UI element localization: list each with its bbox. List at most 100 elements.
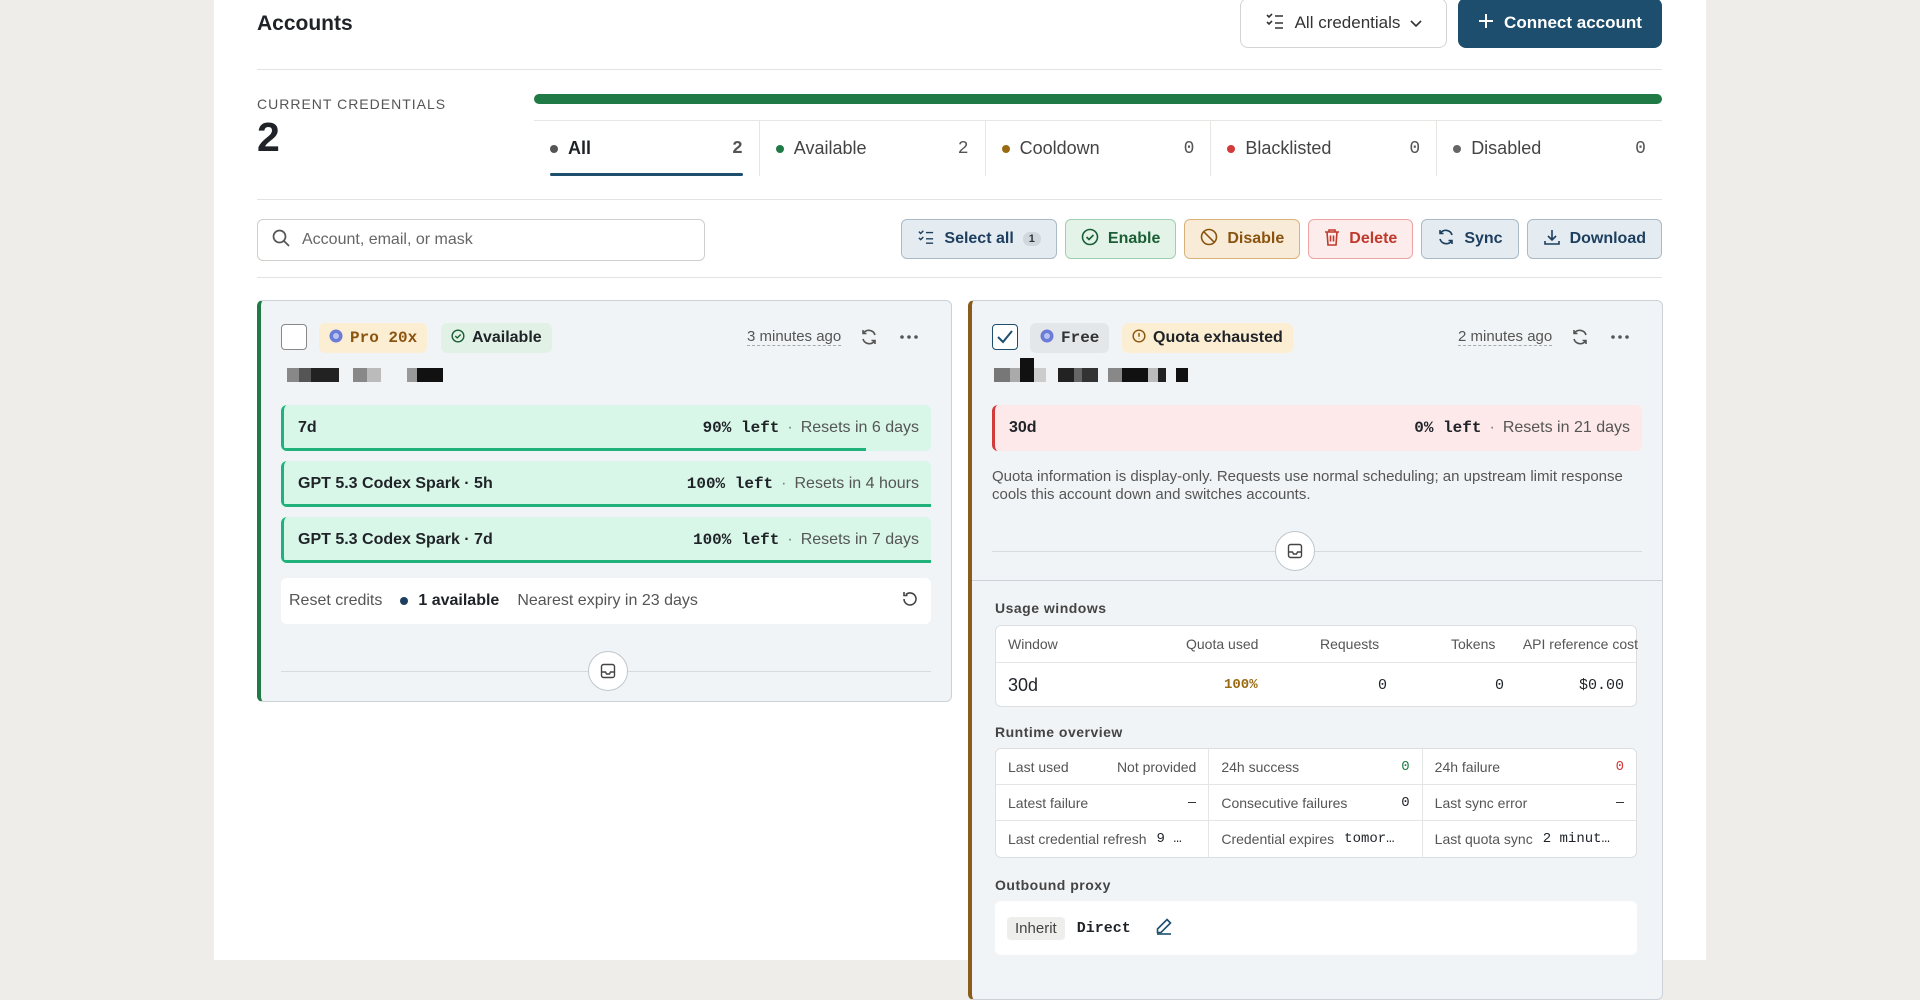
disable-label: Disable	[1227, 230, 1285, 247]
more-icon[interactable]	[897, 325, 921, 349]
tab-count: 2	[731, 138, 743, 159]
usage-requests: 0	[1378, 676, 1388, 694]
quota-name: GPT 5.3 Codex Spark · 5h	[298, 475, 493, 492]
column-header: API reference cost	[1522, 636, 1638, 652]
sync-button[interactable]: Sync	[1421, 219, 1519, 259]
status-tabs: All 2 Available 2 Cooldown 0 Blacklisted 0 D…	[534, 120, 1662, 176]
status-label: Quota exhausted	[1153, 329, 1283, 346]
masked-account-id	[287, 364, 443, 382]
quota-row: GPT 5.3 Codex Spark · 5h 100% left · Reset…	[281, 461, 931, 507]
expand-details-icon[interactable]	[588, 651, 628, 691]
check-circle-icon	[451, 328, 465, 348]
collapse-details-icon[interactable]	[1275, 531, 1315, 571]
usage-cost: $0.00	[1579, 676, 1625, 694]
runtime-overview-title: Runtime overview	[995, 724, 1123, 740]
tab-all[interactable]: All 2	[534, 121, 760, 176]
proxy-inherit-badge: Inherit	[1007, 916, 1065, 940]
status-badge: Available	[441, 323, 552, 353]
quota-name: GPT 5.3 Codex Spark · 7d	[298, 531, 493, 548]
page-title: Accounts	[257, 12, 353, 35]
alert-circle-icon	[1132, 328, 1146, 348]
page-panel: Accounts All credentials Connect account…	[214, 0, 1706, 1000]
plan-badge: Free	[1030, 323, 1110, 353]
runtime-cell: Last credential refresh 9 …	[996, 821, 1210, 857]
account-checkbox[interactable]	[281, 324, 307, 350]
status-dot	[775, 144, 784, 153]
quota-reset: Resets in 6 days	[800, 419, 919, 436]
edit-icon[interactable]	[1155, 917, 1173, 940]
runtime-cell: Last used Not provided	[996, 749, 1210, 785]
ban-icon	[1200, 228, 1218, 251]
connect-account-button[interactable]: Connect account	[1458, 0, 1662, 48]
plan-badge: Pro 20x	[319, 323, 428, 353]
refresh-icon[interactable]	[1568, 325, 1592, 349]
usage-table: Window Quota used Requests Tokens API re…	[995, 625, 1638, 707]
quota-progress	[284, 560, 931, 563]
search-icon	[272, 229, 290, 252]
download-button[interactable]: Download	[1526, 219, 1662, 259]
download-label: Download	[1569, 230, 1646, 247]
nearest-expiry: Nearest expiry in 23 days	[517, 592, 698, 609]
status-dot	[400, 597, 409, 605]
more-icon[interactable]	[1608, 325, 1632, 349]
account-card: Pro 20x Available 3 minutes ago 7d 90% l…	[257, 300, 952, 702]
availability-bar	[534, 94, 1662, 104]
status-label: Available	[472, 329, 542, 346]
runtime-cell: Credential expires tomor…	[1209, 821, 1423, 857]
sync-label: Sync	[1464, 230, 1503, 247]
list-check-icon	[1265, 12, 1285, 35]
credentials-filter-label: All credentials	[1294, 13, 1401, 32]
reset-icon[interactable]	[901, 590, 919, 613]
disable-button[interactable]: Disable	[1184, 219, 1301, 259]
refresh-icon	[1437, 228, 1455, 251]
toolbar: Select all 1 Enable Disable Delete Sync	[257, 200, 1662, 278]
search-box	[257, 219, 705, 261]
plan-label: Pro 20x	[350, 329, 418, 347]
divider	[992, 551, 1642, 552]
details-separator	[972, 580, 1662, 581]
quota-reset: Resets in 21 days	[1502, 419, 1630, 436]
tab-count: 0	[1635, 138, 1646, 159]
tab-disabled[interactable]: Disabled 0	[1437, 121, 1662, 176]
usage-tokens: 0	[1495, 676, 1505, 694]
delete-button[interactable]: Delete	[1308, 219, 1414, 259]
column-header: Tokens	[1451, 636, 1496, 652]
tab-label: Disabled	[1471, 138, 1542, 158]
quota-row: GPT 5.3 Codex Spark · 7d 100% left · Reset…	[281, 517, 931, 563]
status-dot	[1001, 144, 1010, 153]
tab-label: Cooldown	[1019, 138, 1100, 158]
tab-available[interactable]: Available 2	[760, 121, 986, 176]
masked-account-id	[994, 358, 1188, 382]
refresh-icon[interactable]	[857, 325, 881, 349]
quota-reset: Resets in 4 hours	[794, 475, 919, 492]
account-checkbox[interactable]	[992, 324, 1018, 350]
outbound-proxy-title: Outbound proxy	[995, 877, 1111, 893]
runtime-cell: Consecutive failures 0	[1209, 785, 1423, 821]
runtime-cell: Latest failure —	[996, 785, 1210, 821]
tab-cooldown[interactable]: Cooldown 0	[986, 121, 1212, 176]
selected-count-badge: 1	[1022, 232, 1041, 246]
usage-windows-title: Usage windows	[995, 600, 1107, 616]
trash-icon	[1324, 228, 1340, 251]
quota-name: 7d	[298, 419, 317, 436]
quota-left: 100% left	[686, 475, 774, 493]
reset-credits-label: Reset credits	[289, 592, 383, 609]
credentials-filter-dropdown[interactable]: All credentials	[1240, 0, 1447, 48]
runtime-cell: Last sync error —	[1422, 785, 1636, 821]
quota-reset: Resets in 7 days	[800, 531, 919, 548]
bulk-actions: Select all 1 Enable Disable Delete Sync	[901, 219, 1662, 259]
column-header: Requests	[1320, 636, 1380, 652]
account-card: Free Quota exhausted 2 minutes ago 30d 0…	[968, 300, 1663, 1000]
quota-progress	[284, 448, 867, 451]
enable-button[interactable]: Enable	[1064, 219, 1177, 259]
tab-blacklisted[interactable]: Blacklisted 0	[1211, 121, 1438, 176]
connect-account-label: Connect account	[1504, 13, 1642, 32]
quota-left: 100% left	[692, 531, 780, 549]
search-input[interactable]	[302, 231, 682, 249]
runtime-cell: Last quota sync 2 minut…	[1434, 831, 1610, 847]
check-circle-icon	[1081, 228, 1099, 251]
delete-label: Delete	[1349, 230, 1398, 247]
quota-left: 0% left	[1414, 419, 1482, 437]
select-all-button[interactable]: Select all 1	[901, 219, 1057, 259]
summary-label: CURRENT CREDENTIALS	[257, 96, 447, 112]
